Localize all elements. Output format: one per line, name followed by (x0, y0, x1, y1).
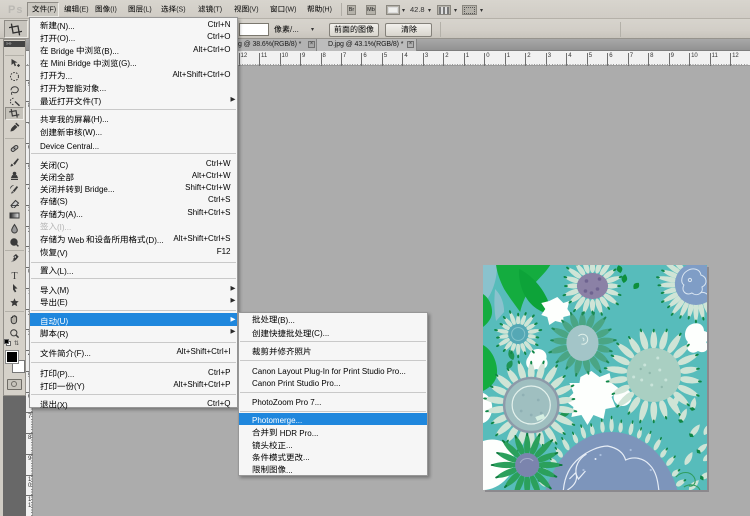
svg-text:T: T (11, 271, 17, 281)
